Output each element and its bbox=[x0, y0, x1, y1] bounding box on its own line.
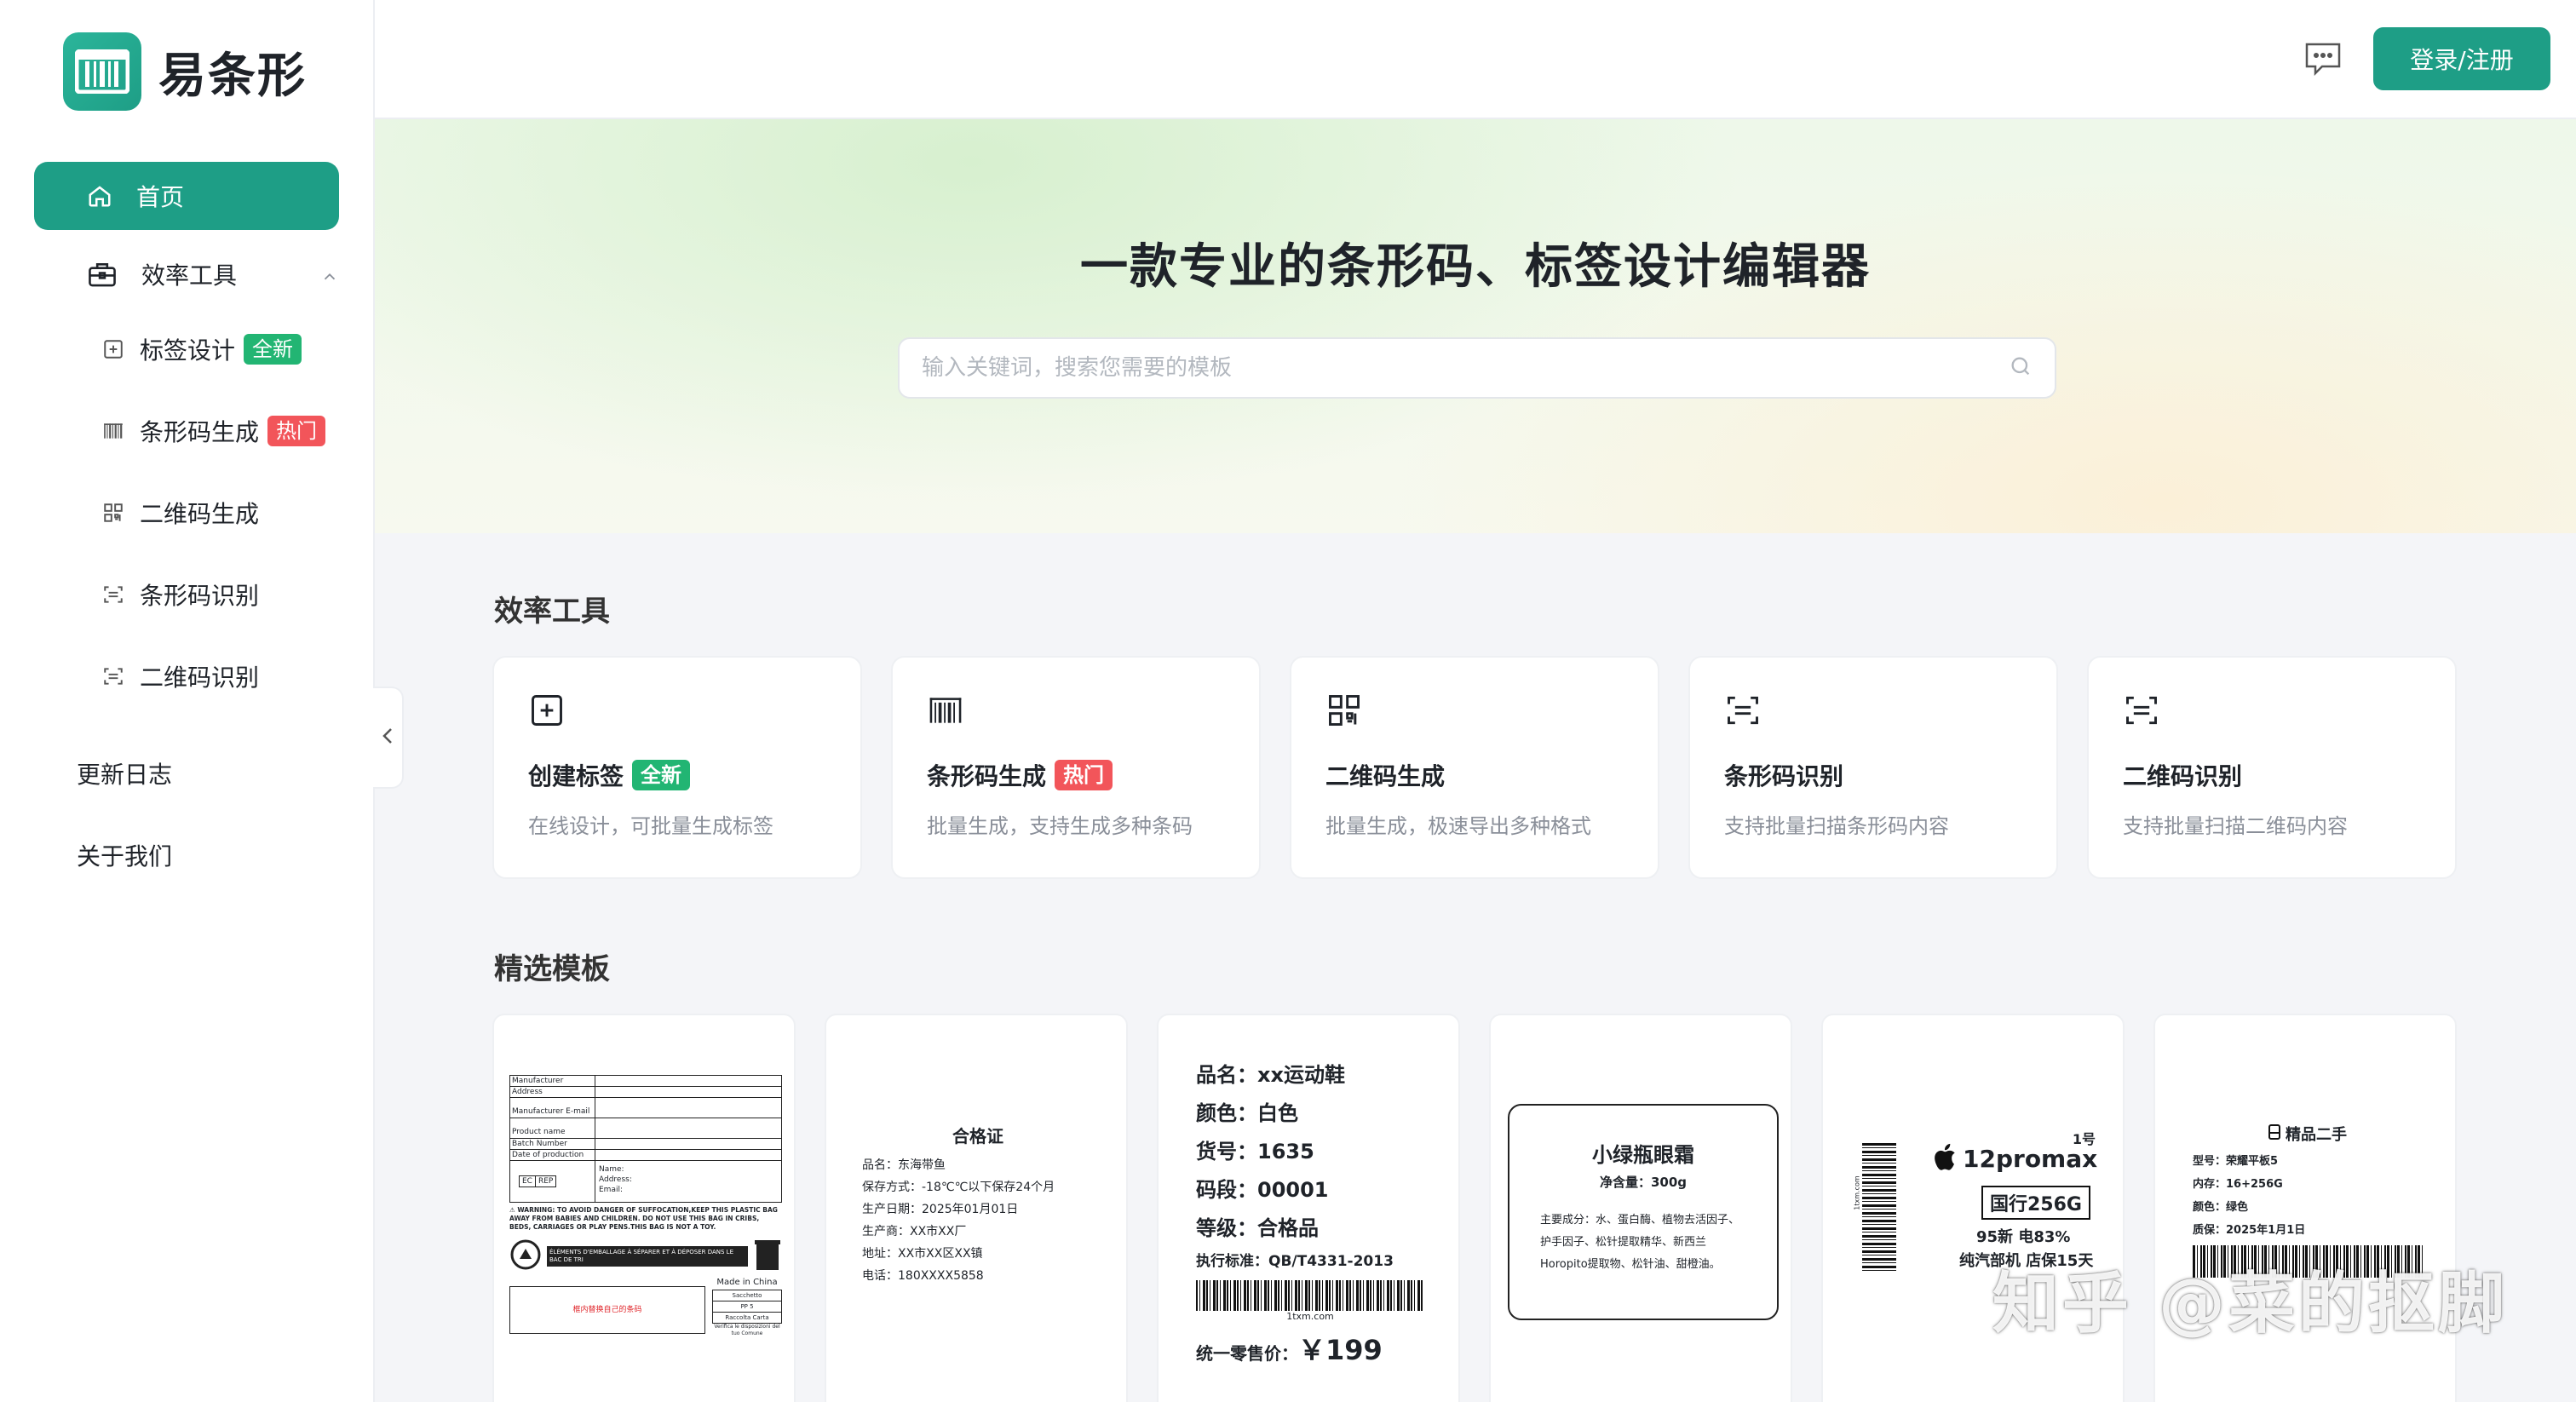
tool-desc: 支持批量扫描条形码内容 bbox=[1724, 814, 1949, 838]
footer-row: 框内替换自己的条码 Made in China Sacchetto PP 5 R… bbox=[509, 1278, 782, 1337]
barcode-icon bbox=[102, 420, 124, 442]
sidebar-item-label: 首页 bbox=[136, 183, 185, 211]
sidebar-item-label: 标签设计 bbox=[140, 336, 236, 365]
home-icon bbox=[87, 183, 112, 209]
sidebar-item-home[interactable]: 首页 bbox=[34, 162, 339, 230]
sidebar-group-label: 效率工具 bbox=[141, 261, 238, 290]
sidebar-group-tools[interactable]: 效率工具 bbox=[34, 240, 339, 308]
table-row: Product name bbox=[510, 1118, 781, 1139]
warning-text: ⚠ WARNING: TO AVOID DANGER OF SUFFOCATIO… bbox=[509, 1206, 778, 1231]
barcode-icon bbox=[927, 692, 1225, 729]
barcode-graphic bbox=[1196, 1280, 1424, 1311]
table-row: Batch Number bbox=[510, 1139, 781, 1150]
sidebar-item-label: 二维码识别 bbox=[140, 664, 260, 692]
tool-card-barcode-scan[interactable]: 条形码识别 支持批量扫描条形码内容 bbox=[1688, 656, 2058, 879]
scan-icon bbox=[102, 665, 124, 687]
sidebar-item-barcode-gen[interactable]: 条形码生成 热门 bbox=[34, 390, 339, 472]
sidebar-item-qrcode-gen[interactable]: 二维码生成 bbox=[34, 472, 339, 554]
login-register-button[interactable]: 登录/注册 bbox=[2373, 27, 2550, 90]
qrcode-icon bbox=[102, 502, 124, 524]
toolbox-icon bbox=[87, 261, 118, 288]
template-card-1[interactable]: Manufacturer Address Manufacturer E-mail… bbox=[492, 1014, 796, 1402]
tool-title: 二维码识别 bbox=[2123, 762, 2243, 790]
sidebar-item-label: 二维码生成 bbox=[140, 500, 260, 528]
tool-card-qrcode-gen[interactable]: 二维码生成 批量生成，极速导出多种格式 bbox=[1290, 656, 1659, 879]
sidebar-item-label-design[interactable]: 标签设计 全新 bbox=[34, 308, 339, 390]
tool-title: 条形码识别 bbox=[1724, 762, 1844, 790]
sidebar-item-label: 更新日志 bbox=[77, 761, 173, 789]
tool-title: 创建标签 bbox=[528, 762, 624, 790]
sidebar-item-qrcode-scan[interactable]: 二维码识别 bbox=[34, 635, 339, 717]
sidebar-item-about[interactable]: 关于我们 bbox=[34, 814, 339, 896]
table-row: EC REP Name: Address: Email: bbox=[510, 1161, 781, 1202]
tool-card-barcode-gen[interactable]: 条形码生成 热门 批量生成，支持生成多种条码 bbox=[891, 656, 1261, 879]
sidebar-item-barcode-scan[interactable]: 条形码识别 bbox=[34, 554, 339, 635]
table-row: Address bbox=[510, 1087, 781, 1098]
templates-section-title: 精选模板 bbox=[494, 952, 610, 986]
apple-logo-icon bbox=[1930, 1140, 1961, 1177]
sidebar: 易条形 首页 效率工具 标签设计 全新 条形码生成 热门 二维码生成 条形码识别… bbox=[0, 0, 375, 1402]
chevron-up-icon[interactable] bbox=[320, 264, 339, 292]
tools-grid: 创建标签 全新 在线设计，可批量生成标签 条形码生成 热门 批量生成，支持生成多种条… bbox=[492, 656, 2457, 879]
template-preview: 小绿瓶眼霜 净含量：300g 主要成分：水、蛋白酶、植物去活因子、护手因子、松针… bbox=[1508, 1104, 1779, 1320]
brand-name: 易条形 bbox=[158, 48, 307, 104]
message-icon[interactable] bbox=[2303, 41, 2343, 80]
sidebar-item-label: 关于我们 bbox=[77, 842, 173, 871]
new-badge: 全新 bbox=[632, 760, 691, 790]
hero-title: 一款专业的条形码、标签设计编辑器 bbox=[1080, 239, 1871, 295]
certificate-title: 合格证 bbox=[952, 1126, 1003, 1146]
hot-badge: 热门 bbox=[267, 416, 326, 446]
sidebar-item-changelog[interactable]: 更新日志 bbox=[34, 733, 339, 814]
sidebar-nav: 首页 效率工具 标签设计 全新 条形码生成 热门 二维码生成 条形码识别 二维码… bbox=[34, 162, 339, 896]
new-badge: 全新 bbox=[244, 334, 302, 365]
hot-badge: 热门 bbox=[1055, 760, 1113, 790]
top-bar: 登录/注册 bbox=[375, 0, 2576, 119]
tool-title: 条形码生成 bbox=[927, 762, 1047, 790]
sidebar-item-label: 条形码生成 bbox=[140, 418, 260, 446]
info-table: Manufacturer Address Manufacturer E-mail… bbox=[509, 1075, 782, 1203]
scan-icon bbox=[1724, 692, 2022, 729]
watermark: 知乎 @菜的抠脚 bbox=[1992, 1266, 2508, 1342]
logo-icon bbox=[63, 32, 141, 111]
table-row: Manufacturer bbox=[510, 1076, 781, 1087]
logo[interactable]: 易条形 bbox=[63, 32, 307, 111]
trash-bin-icon bbox=[753, 1238, 782, 1275]
plus-square-icon bbox=[528, 692, 826, 729]
search-icon[interactable] bbox=[2009, 354, 2033, 382]
tools-section-title: 效率工具 bbox=[494, 595, 610, 629]
template-preview: 合格证 品名：东海带鱼 保存方式：-18℃℃以下保存24个月 生产日期：2025… bbox=[845, 1111, 1111, 1315]
tool-desc: 支持批量扫描二维码内容 bbox=[2123, 814, 2348, 838]
tool-desc: 批量生成，极速导出多种格式 bbox=[1325, 814, 1591, 838]
table-row: Manufacturer E-mail bbox=[510, 1098, 781, 1118]
tool-desc: 在线设计，可批量生成标签 bbox=[528, 814, 773, 838]
tool-desc: 批量生成，支持生成多种条码 bbox=[927, 814, 1193, 838]
sidebar-item-label: 条形码识别 bbox=[140, 582, 260, 610]
search-box[interactable] bbox=[898, 337, 2056, 399]
recycle-row: ÉLÉMENTS D'EMBALLAGE À SÉPARER ET À DÉPO… bbox=[509, 1238, 782, 1274]
recycle-icon bbox=[509, 1238, 542, 1274]
tool-card-qrcode-scan[interactable]: 二维码识别 支持批量扫描二维码内容 bbox=[2087, 656, 2457, 879]
scan-icon bbox=[102, 583, 124, 606]
template-card-3[interactable]: 品名：xx运动鞋 颜色：白色 货号：1635 码段：00001 等级：合格品 执… bbox=[1157, 1014, 1460, 1402]
template-card-4[interactable]: 小绿瓶眼霜 净含量：300g 主要成分：水、蛋白酶、植物去活因子、护手因子、松针… bbox=[1489, 1014, 1792, 1402]
tool-title: 二维码生成 bbox=[1325, 762, 1446, 790]
template-preview: Manufacturer Address Manufacturer E-mail… bbox=[509, 1075, 782, 1347]
barcode-placeholder: 框内替换自己的条码 bbox=[509, 1286, 705, 1334]
template-card-2[interactable]: 合格证 品名：东海带鱼 保存方式：-18℃℃以下保存24个月 生产日期：2025… bbox=[825, 1014, 1128, 1402]
search-input[interactable] bbox=[922, 355, 2009, 381]
chevron-left-icon bbox=[379, 726, 396, 750]
template-preview: 品名：xx运动鞋 颜色：白色 货号：1635 码段：00001 等级：合格品 执… bbox=[1177, 1043, 1443, 1400]
hero-banner: 一款专业的条形码、标签设计编辑器 bbox=[375, 119, 2576, 533]
plus-square-icon bbox=[102, 338, 124, 360]
table-row: Date of production bbox=[510, 1150, 781, 1161]
phone-icon bbox=[2268, 1123, 2280, 1144]
qrcode-icon bbox=[1325, 692, 1624, 729]
tool-card-create-label[interactable]: 创建标签 全新 在线设计，可批量生成标签 bbox=[492, 656, 862, 879]
vertical-barcode-graphic bbox=[1862, 1143, 1896, 1271]
collapse-sidebar-button[interactable] bbox=[373, 687, 404, 789]
scan-icon bbox=[2123, 692, 2421, 729]
